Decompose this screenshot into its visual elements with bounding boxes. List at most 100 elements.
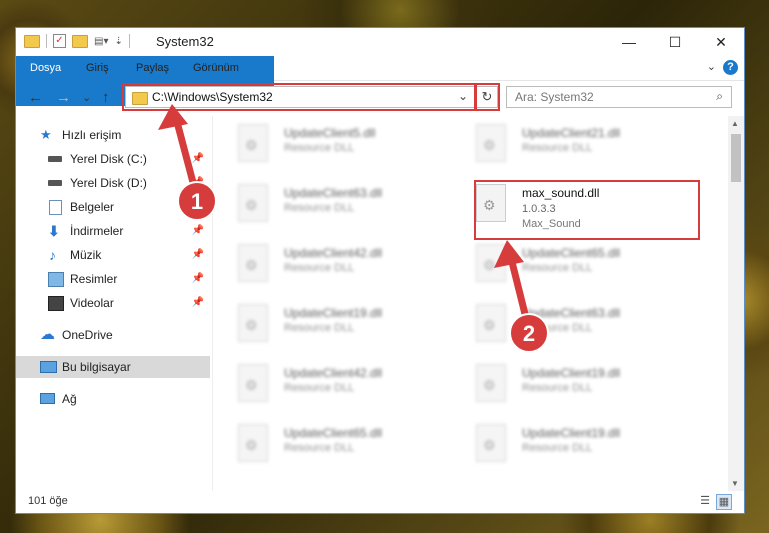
list-item[interactable]: UpdateClient65.dll Resource DLL — [454, 240, 684, 290]
search-icon[interactable]: ⌕ — [716, 89, 723, 104]
drive-icon — [48, 156, 62, 162]
tiles-view-icon[interactable]: ▦ — [716, 494, 732, 510]
file-description: Resource DLL — [522, 322, 593, 334]
picture-icon — [48, 272, 64, 287]
target-file-highlight — [474, 180, 700, 240]
up-button[interactable]: ↑ — [102, 89, 110, 106]
forward-button[interactable]: → — [56, 89, 71, 106]
file-description: Resource DLL — [522, 382, 593, 394]
dll-file-icon — [238, 304, 268, 342]
tab-gorunum[interactable]: Görünüm — [181, 56, 251, 80]
sidebar-item-label: Hızlı erişim — [62, 128, 122, 142]
sidebar-item-onedrive[interactable]: ☁ OneDrive — [16, 324, 210, 346]
network-icon — [40, 393, 55, 404]
sidebar-item-label: Ağ — [62, 392, 77, 406]
sidebar-item-quick-access[interactable]: ★ Hızlı erişim — [16, 124, 210, 146]
sidebar-item-label: İndirmeler — [70, 224, 124, 238]
quick-access-toolbar: ✓ ▤▾ ⇣ — [24, 34, 130, 48]
list-item[interactable]: UpdateClient42.dll Resource DLL — [216, 360, 446, 410]
dll-file-icon — [238, 364, 268, 402]
music-icon: ♪ — [49, 247, 56, 263]
recent-locations-button[interactable]: ⌄ — [82, 91, 91, 104]
sidebar-item-local-disk-c[interactable]: Yerel Disk (C:) 📌 — [16, 148, 210, 170]
dll-file-icon — [476, 244, 506, 282]
scroll-up-icon[interactable]: ▲ — [731, 119, 739, 128]
minimize-button[interactable]: — — [606, 28, 652, 56]
computer-icon — [40, 361, 57, 373]
list-item[interactable]: UpdateClient5.dll Resource DLL — [216, 120, 446, 170]
file-list: UpdateClient5.dll Resource DLL UpdateCli… — [216, 116, 726, 491]
expand-ribbon-icon[interactable]: ⌄ — [707, 60, 716, 73]
folder-icon[interactable] — [24, 34, 40, 48]
sidebar-item-local-disk-d[interactable]: Yerel Disk (D:) 📌 — [16, 172, 210, 194]
file-name: UpdateClient19.dll — [522, 366, 621, 380]
document-icon — [49, 200, 62, 215]
pin-icon: 📌 — [191, 297, 204, 308]
dll-file-icon — [476, 304, 506, 342]
file-name: UpdateClient21.dll — [522, 126, 621, 140]
search-placeholder: Ara: System32 — [515, 90, 594, 104]
item-count: 101 öğe — [28, 495, 68, 507]
tab-paylas[interactable]: Paylaş — [124, 56, 181, 80]
sidebar-item-label: Videolar — [70, 296, 114, 310]
close-button[interactable]: ✕ — [698, 28, 744, 56]
list-item[interactable]: UpdateClient19.dll Resource DLL — [454, 420, 684, 470]
customize-toolbar-icon[interactable]: ▤▾ — [94, 36, 108, 47]
sidebar-item-label: Müzik — [70, 248, 102, 262]
explorer-window: ✓ ▤▾ ⇣ System32 — ☐ ✕ Dosya Giriş Paylaş… — [15, 27, 745, 514]
sidebar-item-music[interactable]: ♪ Müzik 📌 — [16, 244, 210, 266]
list-item[interactable]: UpdateClient65.dll Resource DLL — [216, 420, 446, 470]
vertical-scrollbar[interactable]: ▲ ▼ — [728, 116, 744, 491]
file-name: UpdateClient42.dll — [284, 246, 383, 260]
file-name: UpdateClient63.dll — [284, 186, 383, 200]
dll-file-icon — [238, 184, 268, 222]
cloud-icon: ☁ — [40, 326, 55, 343]
file-description: Resource DLL — [284, 322, 355, 334]
tab-giris[interactable]: Giriş — [74, 56, 121, 80]
pin-icon: 📌 — [191, 201, 204, 212]
file-name: UpdateClient5.dll — [284, 126, 376, 140]
properties-icon[interactable]: ✓ — [53, 34, 66, 48]
list-item[interactable]: UpdateClient42.dll Resource DLL — [216, 240, 446, 290]
toolbar-dropdown-icon[interactable]: ⇣ — [114, 36, 122, 47]
dll-file-icon — [476, 424, 506, 462]
video-icon — [48, 296, 64, 311]
sidebar-item-network[interactable]: Ağ — [16, 388, 210, 410]
help-button[interactable]: ? — [723, 60, 738, 75]
file-description: Resource DLL — [284, 142, 355, 154]
scrollbar-thumb[interactable] — [731, 134, 741, 182]
dll-file-icon — [476, 124, 506, 162]
file-description: Resource DLL — [284, 382, 355, 394]
navigation-pane: ★ Hızlı erişim Yerel Disk (C:) 📌 Yerel D… — [16, 116, 213, 491]
list-item[interactable]: UpdateClient19.dll Resource DLL — [454, 360, 684, 410]
dll-file-icon — [238, 244, 268, 282]
back-button[interactable]: ← — [28, 89, 43, 106]
file-description: Resource DLL — [284, 202, 355, 214]
sidebar-item-pictures[interactable]: Resimler 📌 — [16, 268, 210, 290]
file-name: UpdateClient19.dll — [522, 426, 621, 440]
list-item[interactable]: UpdateClient19.dll Resource DLL — [216, 300, 446, 350]
file-name: UpdateClient19.dll — [284, 306, 383, 320]
list-item[interactable]: UpdateClient63.dll Resource DLL — [454, 300, 684, 350]
dll-file-icon — [238, 424, 268, 462]
file-name: UpdateClient65.dll — [522, 246, 621, 260]
scroll-down-icon[interactable]: ▼ — [731, 479, 739, 488]
sidebar-item-label: Resimler — [70, 272, 118, 286]
maximize-button[interactable]: ☐ — [652, 28, 698, 56]
new-folder-icon[interactable] — [72, 34, 88, 48]
list-item[interactable]: UpdateClient21.dll Resource DLL — [454, 120, 684, 170]
sidebar-item-documents[interactable]: Belgeler 📌 — [16, 196, 210, 218]
sidebar-item-videos[interactable]: Videolar 📌 — [16, 292, 210, 314]
list-item[interactable]: UpdateClient63.dll Resource DLL — [216, 180, 446, 230]
drive-icon — [48, 180, 62, 186]
sidebar-item-label: Yerel Disk (C:) — [70, 152, 147, 166]
sidebar-item-this-pc[interactable]: Bu bilgisayar — [16, 356, 210, 378]
search-input[interactable]: Ara: System32 ⌕ — [506, 86, 732, 108]
pin-icon: 📌 — [191, 225, 204, 236]
file-name: UpdateClient63.dll — [522, 306, 621, 320]
ribbon-tabs: Dosya Giriş Paylaş Görünüm ⌄ ? — [16, 56, 744, 106]
file-name: UpdateClient42.dll — [284, 366, 383, 380]
pin-icon: 📌 — [191, 177, 204, 188]
sidebar-item-downloads[interactable]: ⬇ İndirmeler 📌 — [16, 220, 210, 242]
details-view-icon[interactable]: ☰ — [698, 494, 712, 508]
